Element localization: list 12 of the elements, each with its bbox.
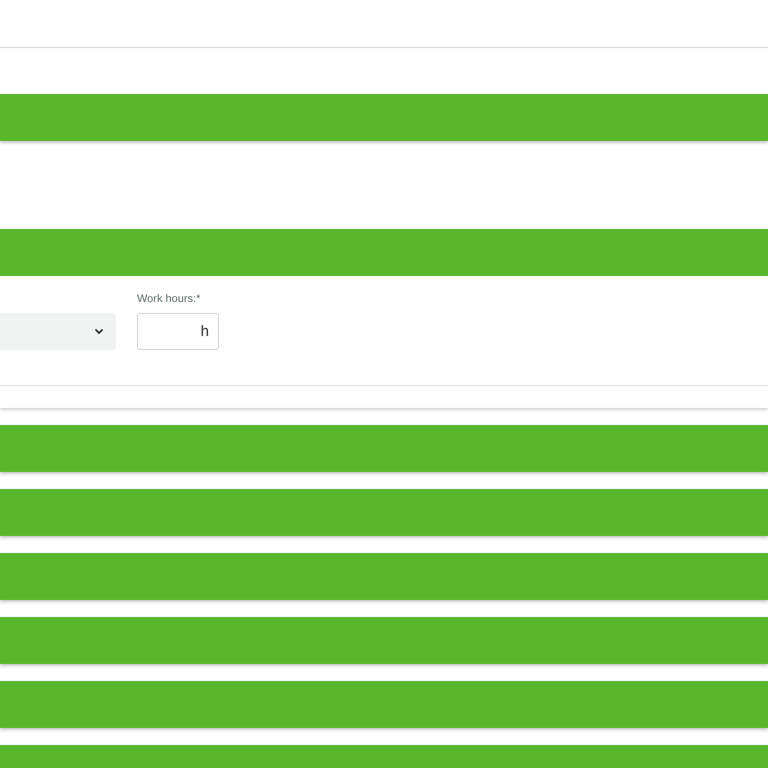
section-header-bar[interactable] [0,553,768,600]
section-header-bar[interactable] [0,94,768,141]
section-header-bar[interactable] [0,229,768,276]
section-header-bar[interactable] [0,681,768,728]
unit-label: h [200,323,209,340]
select-field[interactable] [0,313,116,350]
field-label: Work hours:* [137,292,202,307]
hours-input[interactable]: h [137,313,219,350]
chevron-icon [94,328,104,335]
section-header-bar[interactable] [0,425,768,472]
section-header-bar[interactable] [0,617,768,664]
section-header-bar[interactable] [0,489,768,536]
